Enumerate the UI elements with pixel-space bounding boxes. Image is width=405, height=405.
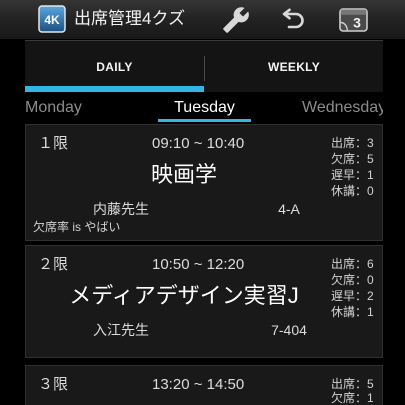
stat-value: 5 xyxy=(367,377,374,391)
stat-separator: ： xyxy=(355,136,368,150)
period-label: １限 xyxy=(38,135,69,152)
app-icon-text: 4K xyxy=(44,13,60,27)
stat-value: 0 xyxy=(367,273,374,287)
stat-attendance: 出席：5 xyxy=(331,377,374,391)
period-time: 10:50 ~ 12:20 xyxy=(152,256,245,273)
stat-separator: ： xyxy=(355,152,368,166)
day-pager: Monday Tuesday Wednesday xyxy=(25,92,383,123)
stat-separator: ： xyxy=(355,273,368,287)
stat-absence: 欠席：1 xyxy=(331,391,374,405)
calendar-icon[interactable]: 3 xyxy=(338,7,370,33)
room-number: 4-A xyxy=(278,201,300,217)
stat-separator: ： xyxy=(355,257,368,271)
period-card[interactable]: １限 09:10 ~ 10:40 出席：3 欠席：5 遅早：1 休講：0 映画学… xyxy=(25,124,383,241)
action-bar: 4K 出席管理4クズ 3 xyxy=(0,0,405,39)
stat-separator: ： xyxy=(355,168,368,182)
stat-value: 2 xyxy=(367,289,374,303)
stat-value: 1 xyxy=(367,305,374,319)
stat-separator: ： xyxy=(355,289,368,303)
wrench-icon[interactable] xyxy=(222,6,250,34)
app-title: 出席管理4クズ xyxy=(74,9,186,28)
stat-label: 出席 xyxy=(331,136,356,150)
subject-name: 映画学 xyxy=(150,162,217,187)
teacher-name: 入江先生 xyxy=(93,322,149,338)
tab-weekly[interactable]: WEEKLY xyxy=(205,41,383,92)
period-note: 欠席率 is やばい xyxy=(33,220,121,234)
stat-value: 5 xyxy=(367,152,374,166)
period-label: ３限 xyxy=(38,376,69,393)
tab-bar: DAILY WEEKLY xyxy=(25,40,383,92)
day-next[interactable]: Wednesday xyxy=(302,98,383,117)
teacher-name: 内藤先生 xyxy=(93,201,149,217)
stat-value: 1 xyxy=(367,391,374,405)
period-time: 13:20 ~ 14:50 xyxy=(152,376,245,393)
app-icon: 4K xyxy=(38,5,66,33)
stat-value: 0 xyxy=(367,184,374,198)
stat-value: 1 xyxy=(367,168,374,182)
period-card[interactable]: ３限 13:20 ~ 14:50 出席：5 欠席：1 xyxy=(25,365,383,405)
period-time: 09:10 ~ 10:40 xyxy=(152,135,245,152)
stat-label: 出席 xyxy=(331,257,356,271)
stat-label: 出席 xyxy=(331,377,356,391)
day-current[interactable]: Tuesday xyxy=(158,98,251,117)
stat-separator: ： xyxy=(355,377,368,391)
stat-separator: ： xyxy=(355,305,368,319)
period-label: ２限 xyxy=(38,256,69,273)
stat-label: 欠席 xyxy=(331,391,356,405)
room-number: 7-404 xyxy=(271,322,307,338)
stat-attendance: 出席：3 xyxy=(331,135,374,151)
tab-daily[interactable]: DAILY xyxy=(25,41,204,92)
day-previous[interactable]: Monday xyxy=(25,98,82,117)
calendar-day-number: 3 xyxy=(353,15,361,31)
undo-icon[interactable] xyxy=(280,8,306,32)
stat-separator: ： xyxy=(355,184,368,198)
stat-attendance: 出席：6 xyxy=(331,256,374,272)
period-card[interactable]: ２限 10:50 ~ 12:20 出席：6 欠席：0 遅早：2 休講：1 メディ… xyxy=(25,245,383,358)
attendance-stats: 出席：5 欠席：1 xyxy=(331,377,374,405)
stat-value: 6 xyxy=(367,257,374,271)
subject-name: メディアデザイン実習J xyxy=(69,283,299,308)
stat-value: 3 xyxy=(367,136,374,150)
day-current-indicator xyxy=(158,119,251,122)
stat-separator: ： xyxy=(355,391,368,405)
